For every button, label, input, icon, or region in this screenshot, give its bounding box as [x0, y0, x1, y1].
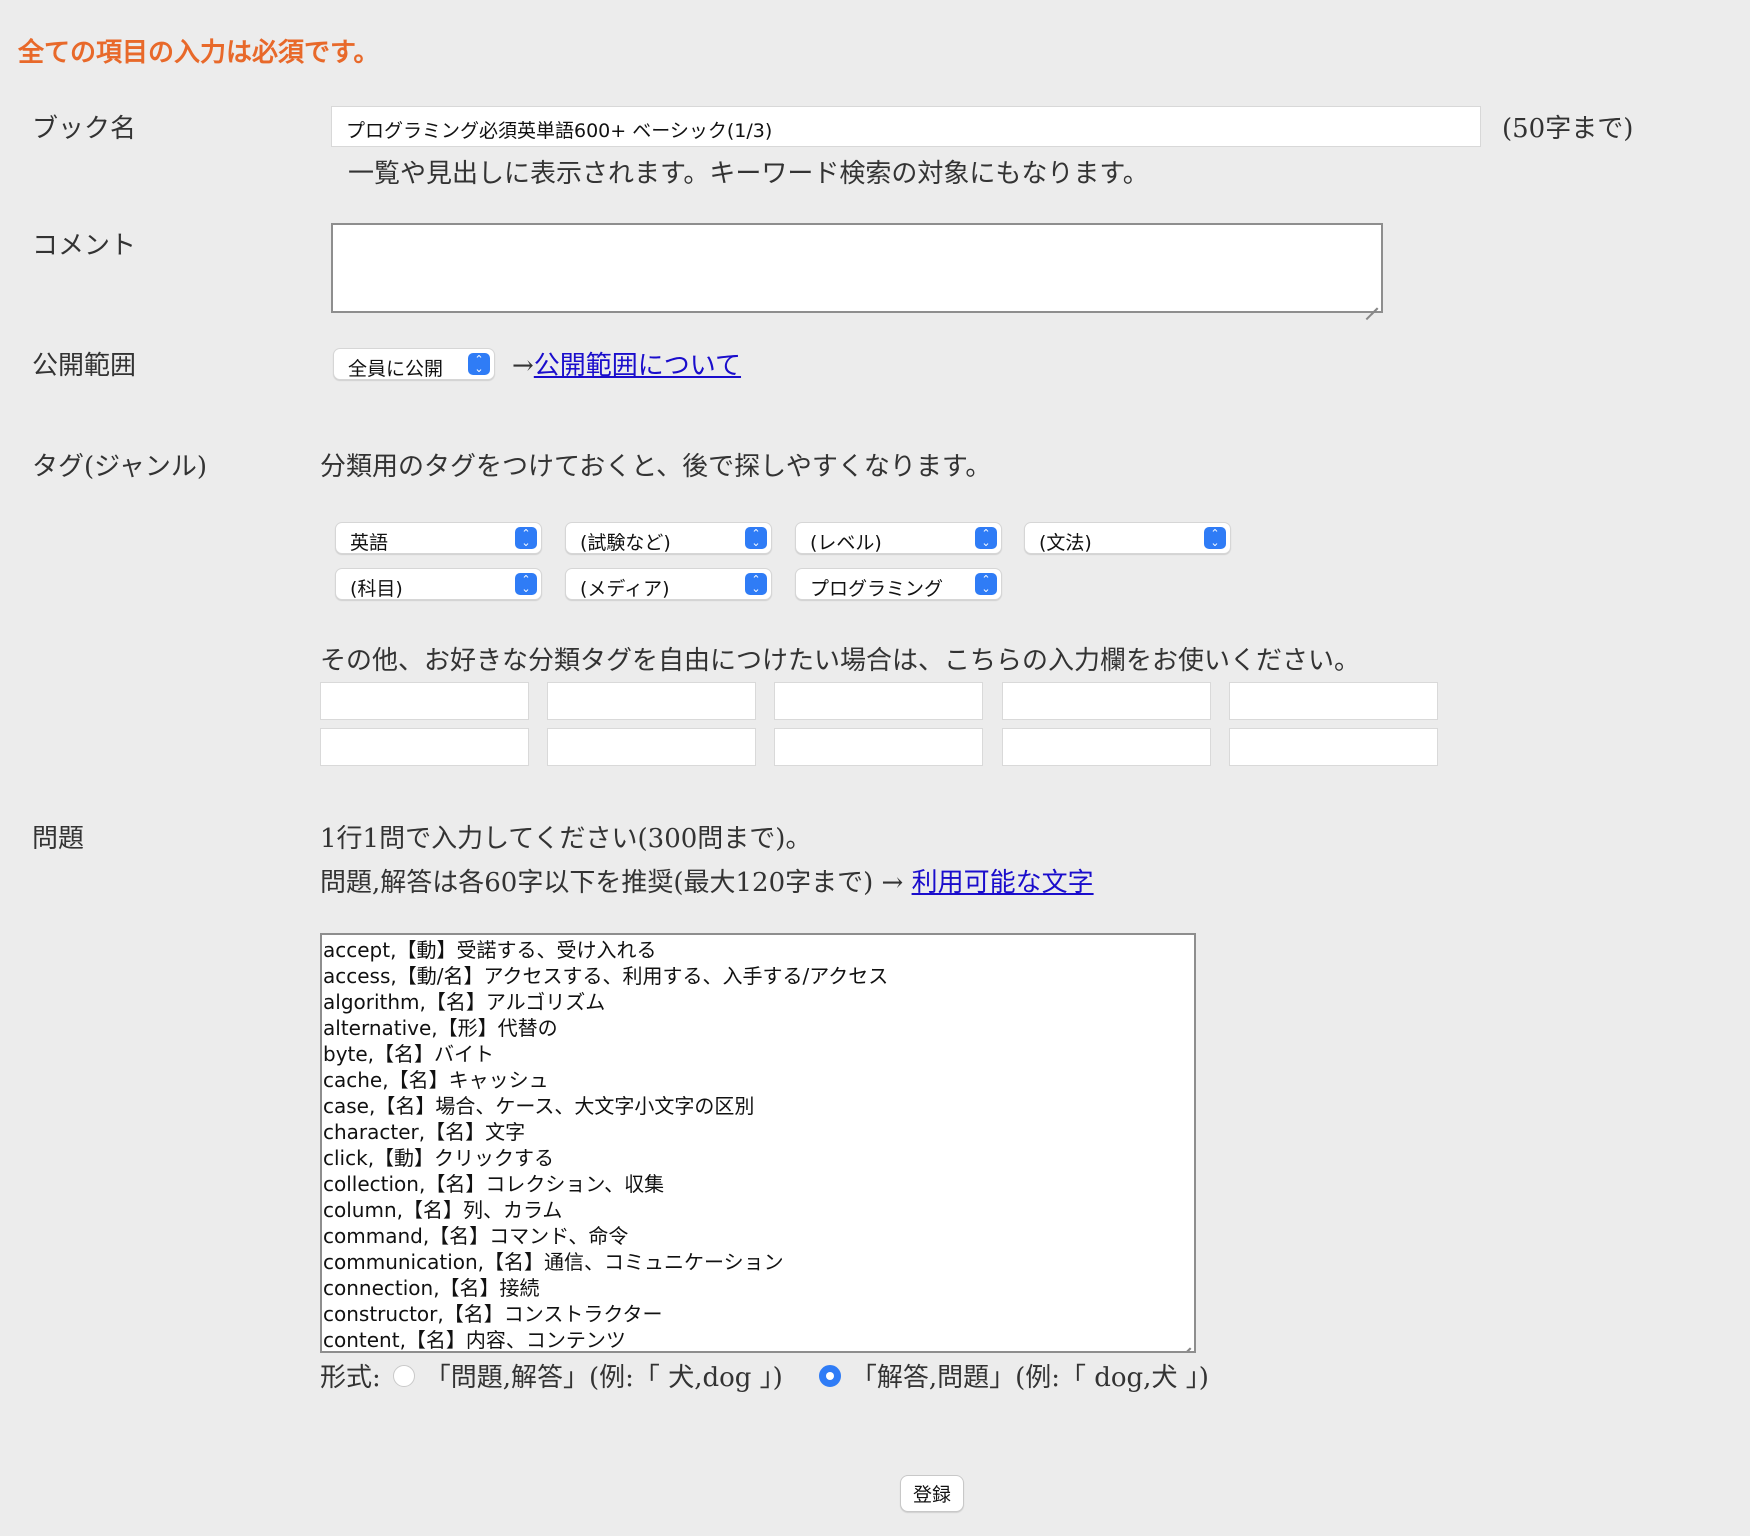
comment-textarea[interactable]: [331, 223, 1383, 313]
select-arrows-icon: ⌃ ⌄: [745, 573, 767, 595]
free-tag-input[interactable]: [1229, 728, 1438, 766]
tag-select-1[interactable]: 英語 ⌃ ⌄: [335, 522, 542, 554]
book-name-input[interactable]: プログラミング必須英単語600+ ベーシック(1/3): [331, 106, 1481, 147]
question-line: collection,【名】コレクション、収集: [323, 1172, 665, 1196]
book-name-hint: 一覧や見出しに表示されます。キーワード検索の対象にもなります。: [348, 159, 1149, 189]
visibility-label: 公開範囲: [32, 351, 137, 381]
question-line: command,【名】コマンド、命令: [323, 1224, 629, 1248]
select-arrows-icon: ⌃ ⌄: [515, 527, 537, 549]
tag-select-value: (文法): [1039, 532, 1092, 554]
tag-select-3[interactable]: (レベル) ⌃ ⌄: [795, 522, 1002, 554]
questions-label: 問題: [32, 824, 85, 854]
question-line: byte,【名】バイト: [323, 1042, 495, 1066]
questions-textarea[interactable]: accept,【動】受諾する、受け入れる access,【動/名】アクセスする、…: [320, 933, 1196, 1353]
format-radio-answer-question[interactable]: [818, 1364, 841, 1387]
questions-hint-2: 問題,解答は各60字以下を推奨(最大120字まで) →: [320, 868, 904, 898]
select-arrows-icon: ⌃ ⌄: [1204, 527, 1226, 549]
question-line: case,【名】場合、ケース、大文字小文字の区別: [323, 1094, 755, 1118]
tag-select-5[interactable]: (科目) ⌃ ⌄: [335, 568, 542, 600]
select-arrows-icon: ⌃ ⌄: [468, 353, 490, 375]
free-tag-input[interactable]: [774, 728, 983, 766]
free-tag-input[interactable]: [1002, 682, 1211, 720]
tag-select-7[interactable]: プログラミング ⌃ ⌄: [795, 568, 1002, 600]
question-line: algorithm,【名】アルゴリズム: [323, 990, 606, 1014]
visibility-select[interactable]: 全員に公開 ⌃ ⌄: [333, 348, 495, 380]
free-tag-input[interactable]: [320, 728, 529, 766]
visibility-help-link[interactable]: 公開範囲について: [534, 351, 741, 381]
question-line: content,【名】内容、コンテンツ: [323, 1328, 626, 1352]
select-arrows-icon: ⌃ ⌄: [975, 527, 997, 549]
question-line: communication,【名】通信、コミュニケーション: [323, 1250, 784, 1274]
free-tags-hint: その他、お好きな分類タグを自由につけたい場合は、こちらの入力欄をお使いください。: [320, 646, 1361, 676]
tags-hint: 分類用のタグをつけておくと、後で探しやすくなります。: [320, 452, 992, 482]
format-label: 形式:: [320, 1363, 381, 1393]
book-name-label: ブック名: [32, 114, 137, 144]
tag-select-2[interactable]: (試験など) ⌃ ⌄: [565, 522, 772, 554]
question-line: alternative,【形】代替の: [323, 1016, 558, 1040]
submit-button[interactable]: 登録: [900, 1475, 965, 1512]
book-name-limit: (50字まで): [1502, 114, 1634, 144]
tags-label: タグ(ジャンル): [32, 452, 207, 482]
arrow-icon: →: [512, 351, 534, 381]
free-tag-input[interactable]: [774, 682, 983, 720]
tag-select-4[interactable]: (文法) ⌃ ⌄: [1024, 522, 1231, 554]
question-line: column,【名】列、カラム: [323, 1198, 563, 1222]
tag-select-value: (試験など): [580, 532, 671, 554]
question-line: connection,【名】接続: [323, 1276, 540, 1300]
tag-select-6[interactable]: (メディア) ⌃ ⌄: [565, 568, 772, 600]
tag-select-value: (メディア): [580, 578, 670, 600]
format-option-2-label: 「解答,問題」(例:「 dog,犬 」): [850, 1363, 1209, 1393]
tag-select-value: 英語: [350, 532, 389, 554]
tag-select-value: (レベル): [810, 532, 882, 554]
select-arrows-icon: ⌃ ⌄: [515, 573, 537, 595]
free-tag-input[interactable]: [1229, 682, 1438, 720]
question-line: cache,【名】キャッシュ: [323, 1068, 549, 1092]
select-arrows-icon: ⌃ ⌄: [745, 527, 767, 549]
question-line: access,【動/名】アクセスする、利用する、入手する/アクセス: [323, 964, 889, 988]
free-tag-input[interactable]: [320, 682, 529, 720]
format-radio-question-answer[interactable]: [392, 1364, 415, 1387]
question-line: click,【動】クリックする: [323, 1146, 555, 1170]
questions-hint-1: 1行1問で入力してください(300問まで)。: [320, 824, 812, 854]
question-line: accept,【動】受諾する、受け入れる: [323, 938, 657, 962]
visibility-selected: 全員に公開: [348, 358, 444, 380]
free-tag-input[interactable]: [1002, 728, 1211, 766]
select-arrows-icon: ⌃ ⌄: [975, 573, 997, 595]
resize-grip-icon[interactable]: [1364, 294, 1378, 308]
required-notice: 全ての項目の入力は必須です。: [18, 38, 380, 68]
resize-grip-icon[interactable]: [1177, 1334, 1191, 1348]
free-tag-input[interactable]: [547, 682, 756, 720]
format-option-1-label: 「問題,解答」(例:「 犬,dog 」): [424, 1363, 783, 1393]
tag-select-value: プログラミング: [810, 578, 944, 600]
question-line: character,【名】文字: [323, 1120, 526, 1144]
comment-label: コメント: [32, 231, 137, 261]
question-line: constructor,【名】コンストラクター: [323, 1302, 663, 1326]
free-tag-input[interactable]: [547, 728, 756, 766]
available-characters-link[interactable]: 利用可能な文字: [912, 868, 1094, 898]
tag-select-value: (科目): [350, 578, 403, 600]
